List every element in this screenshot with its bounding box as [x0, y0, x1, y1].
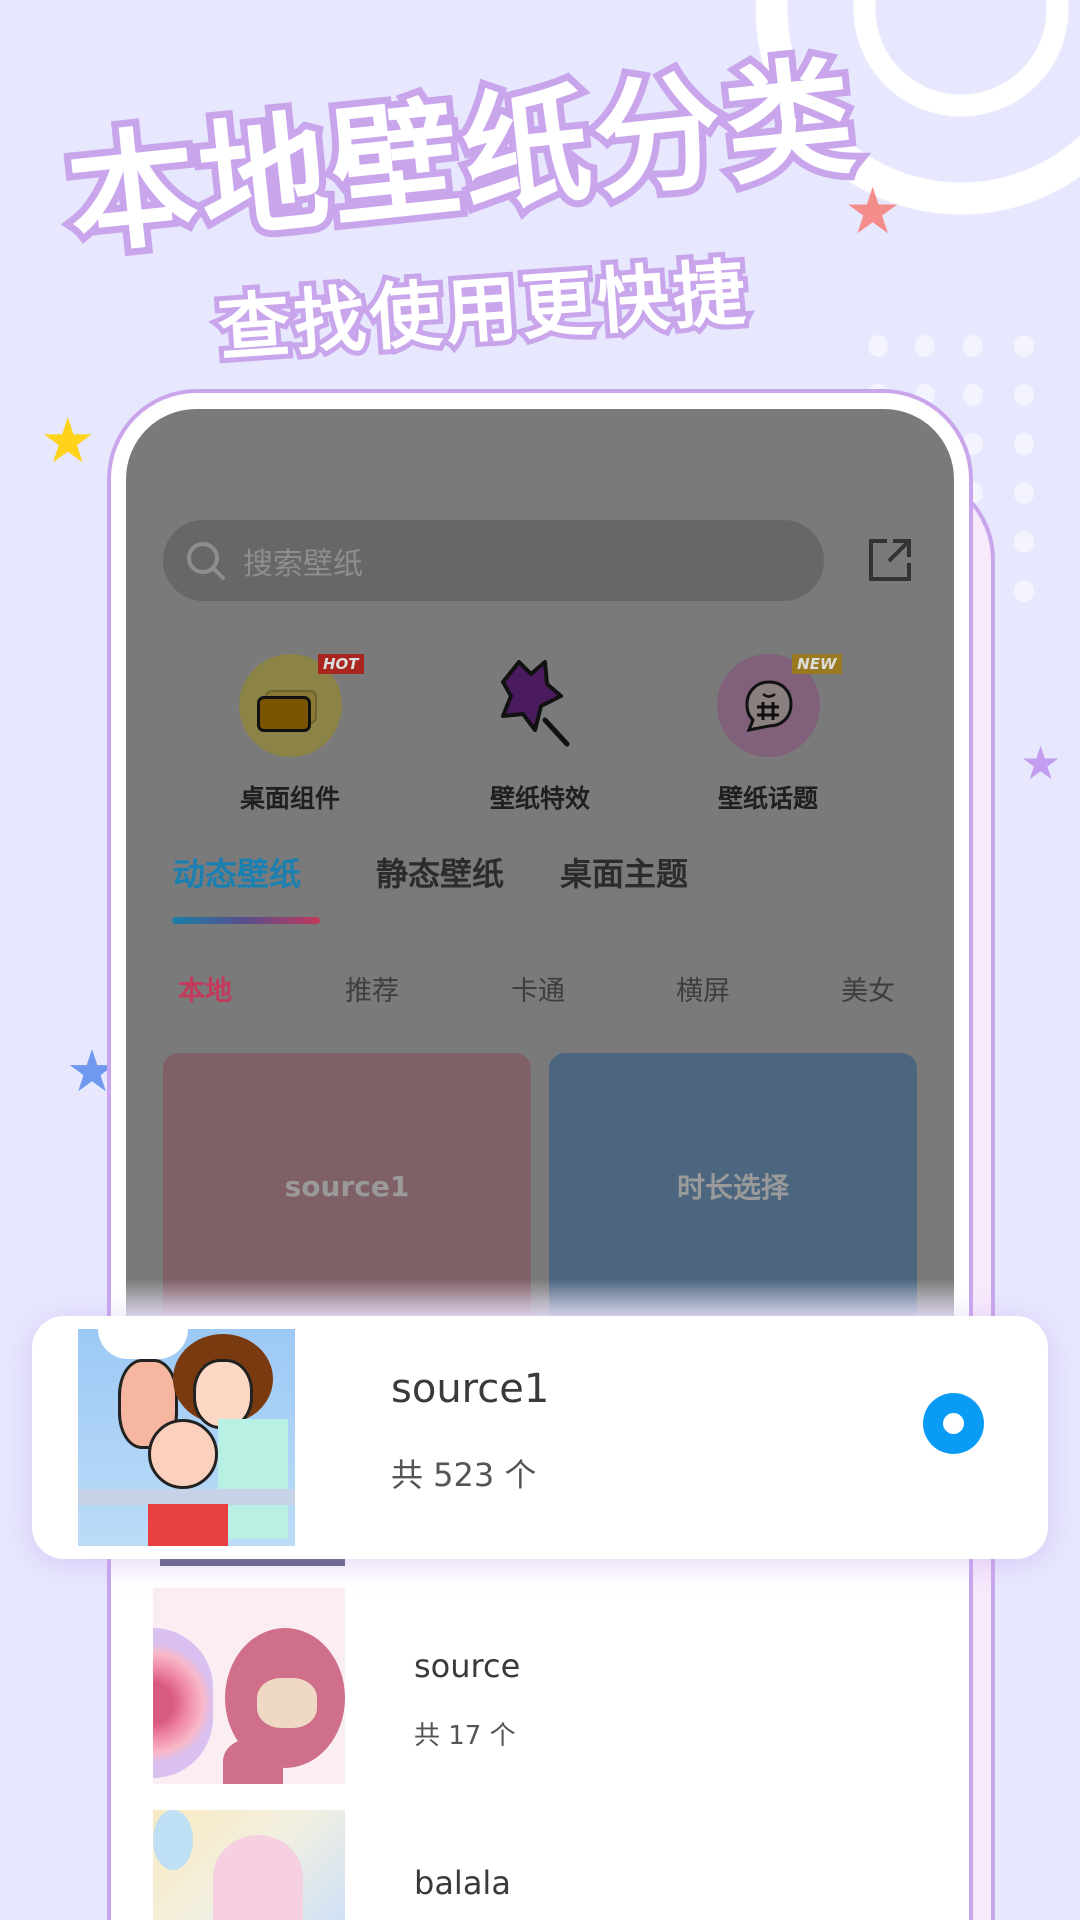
star-icon: ★ — [1020, 736, 1062, 790]
tab-live-wallpaper[interactable]: 动态壁纸 — [173, 849, 301, 895]
source-count: 共 17 个 — [414, 1721, 516, 1751]
decor-dot — [915, 335, 935, 357]
search-icon — [187, 541, 225, 580]
thumbnail-bunny — [153, 1810, 345, 1920]
subtab-recommended[interactable]: 推荐 — [345, 969, 399, 1008]
screen-fade — [126, 1279, 954, 1319]
decor-dot — [1014, 580, 1034, 602]
subtab-local[interactable]: 本地 — [178, 969, 232, 1008]
selected-source-card[interactable]: source1 共 523 个 — [32, 1316, 1048, 1559]
decor-dot — [963, 335, 983, 357]
phone-screen: 搜索壁纸 HOT 桌面组件 壁纸特效 NEW 壁纸话题 动态壁纸 静态壁纸 桌面… — [126, 409, 954, 1319]
decor-dot — [1014, 531, 1034, 553]
hashtag-bubble-icon: NEW — [716, 654, 842, 757]
decor-dot — [1014, 433, 1034, 455]
tab-static-wallpaper[interactable]: 静态壁纸 — [376, 849, 504, 895]
feature-wallpaper-topics[interactable]: NEW 壁纸话题 — [668, 654, 868, 815]
feature-desktop-widget[interactable]: HOT 桌面组件 — [190, 654, 390, 815]
external-link-icon[interactable] — [867, 537, 913, 583]
star-icon: ★ — [40, 404, 96, 477]
decor-dot — [1014, 335, 1034, 357]
subtab-beauty[interactable]: 美女 — [841, 969, 895, 1008]
selected-source-name: source1 — [391, 1366, 550, 1412]
feature-label: 壁纸话题 — [717, 784, 818, 813]
feature-label: 桌面组件 — [239, 784, 340, 813]
feature-wallpaper-effects[interactable]: 壁纸特效 — [440, 654, 640, 815]
feature-label: 壁纸特效 — [489, 784, 590, 813]
tab-desktop-theme[interactable]: 桌面主题 — [560, 849, 688, 895]
thumbnail-cartoon-family — [78, 1329, 295, 1546]
widget-icon: HOT — [238, 654, 364, 757]
decor-dot — [1014, 482, 1034, 504]
source-name: source — [414, 1647, 521, 1685]
thumbnail-bear — [153, 1588, 345, 1784]
subtab-landscape[interactable]: 横屏 — [676, 969, 730, 1008]
decor-dot — [963, 384, 983, 406]
new-badge: NEW — [792, 654, 842, 674]
star-wand-icon — [489, 654, 592, 757]
search-bar[interactable]: 搜索壁纸 — [163, 520, 824, 601]
search-placeholder: 搜索壁纸 — [243, 546, 363, 582]
decor-dot — [1014, 384, 1034, 406]
active-tab-indicator — [172, 917, 320, 924]
selected-radio-button[interactable] — [923, 1393, 984, 1454]
subtab-cartoon[interactable]: 卡通 — [511, 969, 565, 1008]
hot-badge: HOT — [317, 654, 364, 674]
source-name: balala — [414, 1864, 511, 1902]
decor-dot — [868, 335, 888, 357]
selected-source-count: 共 523 个 — [391, 1456, 537, 1494]
